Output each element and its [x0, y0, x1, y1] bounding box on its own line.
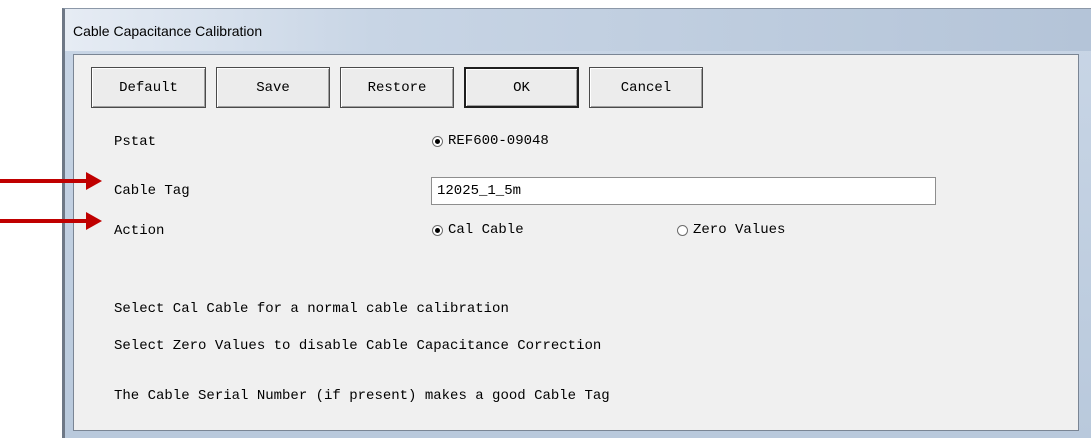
radio-unchecked-icon[interactable] [677, 224, 688, 236]
info-text-line: The Cable Serial Number (if present) mak… [114, 388, 610, 404]
radio-checked-icon[interactable] [432, 224, 443, 236]
cancel-button[interactable]: Cancel [589, 67, 703, 108]
dialog-window: Cable Capacitance Calibration Default Sa… [62, 8, 1091, 438]
pstat-option-label: REF600-09048 [448, 133, 549, 149]
info-text-line: Select Zero Values to disable Cable Capa… [114, 338, 602, 354]
screenshot-stage: Cable Capacitance Calibration Default Sa… [0, 0, 1091, 438]
annotation-arrow-icon [0, 172, 102, 190]
action-option-label: Cal Cable [448, 222, 524, 238]
window-title: Cable Capacitance Calibration [73, 23, 263, 39]
cable-tag-label: Cable Tag [114, 183, 190, 199]
title-bar[interactable]: Cable Capacitance Calibration [65, 9, 1091, 51]
action-radio-zero-values[interactable]: Zero Values [677, 222, 785, 238]
default-button[interactable]: Default [91, 67, 206, 108]
radio-checked-icon[interactable] [432, 135, 443, 147]
cable-tag-input[interactable] [431, 177, 936, 205]
action-option-label: Zero Values [693, 222, 786, 238]
restore-button[interactable]: Restore [340, 67, 454, 108]
annotation-arrow-icon [0, 212, 102, 230]
action-radio-cal-cable[interactable]: Cal Cable [432, 222, 524, 238]
pstat-label: Pstat [114, 134, 157, 150]
save-button[interactable]: Save [216, 67, 330, 108]
dialog-client-area: Default Save Restore OK Cancel Pstat REF… [73, 54, 1079, 431]
ok-button[interactable]: OK [464, 67, 579, 108]
pstat-radio-option[interactable]: REF600-09048 [432, 133, 549, 149]
action-label: Action [114, 223, 165, 239]
info-text-line: Select Cal Cable for a normal cable cali… [114, 301, 509, 317]
